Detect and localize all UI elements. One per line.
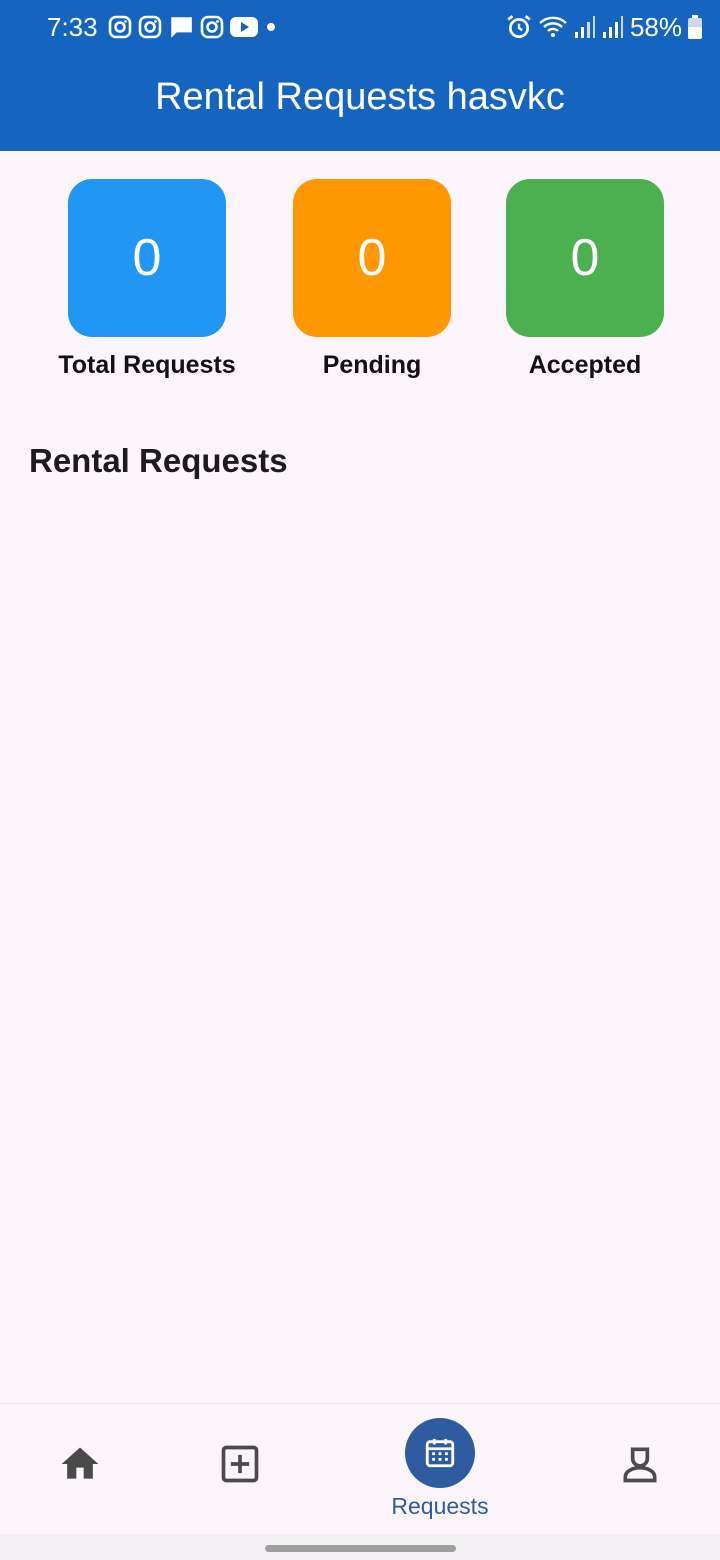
wifi-icon [539,16,567,37]
system-icons: 58% [506,12,702,42]
stat-pending-label: Pending [322,351,422,379]
nav-requests-label: Requests [391,1493,489,1519]
stat-accepted-label: Accepted [528,351,642,379]
stat-accepted-value: 0 [506,179,664,337]
stat-pending: 0 Pending [262,179,482,380]
app-bar: 7:33 58% Rental Requests hasvkc [0,0,720,151]
stat-pending-value: 0 [293,179,451,337]
gesture-handle[interactable] [265,1545,456,1552]
nav-profile[interactable] [580,1404,700,1535]
alarm-icon [507,15,531,39]
youtube-icon [230,17,258,37]
add-box-icon [221,1445,259,1483]
page-title: Rental Requests hasvkc [155,76,565,118]
section-title: Rental Requests [29,442,288,479]
battery-icon [688,15,702,39]
status-time: 7:33 [47,12,98,42]
stat-total-requests: 0 Total Requests [37,179,257,380]
status-bar: 7:33 58% [0,0,720,56]
bottom-nav: Requests [0,1403,720,1534]
calendar-icon [425,1438,455,1468]
home-icon [61,1447,99,1479]
message-icon [170,17,192,38]
nav-requests[interactable]: Requests [380,1404,500,1535]
battery-percent: 58% [629,11,682,42]
nav-home[interactable] [20,1404,140,1535]
notification-icons [108,14,278,40]
profile-icon [623,1447,657,1483]
instagram-icon [138,15,162,39]
instagram-icon [108,15,132,39]
stat-accepted: 0 Accepted [475,179,695,380]
instagram-icon [200,15,224,39]
nav-active-indicator [405,1418,475,1488]
signal-icon [574,16,595,38]
nav-add[interactable] [180,1404,300,1535]
dot-icon [267,23,275,31]
stat-total-label: Total Requests [58,351,236,379]
stat-total-value: 0 [68,179,226,337]
signal-icon [602,16,623,38]
